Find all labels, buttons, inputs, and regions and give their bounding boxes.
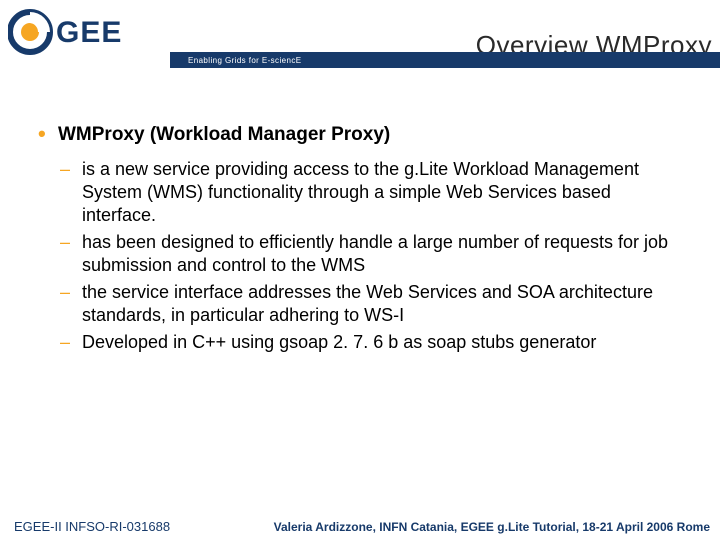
footer-left: EGEE-II INFSO-RI-031688	[14, 519, 170, 534]
bullet-heading-text: WMProxy (Workload Manager Proxy)	[58, 124, 390, 145]
sub-bullet: Developed in C++ using gsoap 2. 7. 6 b a…	[58, 331, 684, 354]
sub-bullet: has been designed to efficiently handle …	[58, 231, 684, 277]
slide-body: WMProxy (Workload Manager Proxy) is a ne…	[0, 68, 720, 354]
tagline-text: Enabling Grids for E-sciencE	[188, 56, 301, 65]
bullet-heading: WMProxy (Workload Manager Proxy) is a ne…	[36, 124, 684, 354]
sub-bullet: is a new service providing access to the…	[58, 158, 684, 227]
tagline-bar: Enabling Grids for E-sciencE	[170, 52, 720, 68]
footer-right: Valeria Ardizzone, INFN Catania, EGEE g.…	[274, 520, 710, 534]
sub-bullet: the service interface addresses the Web …	[58, 281, 684, 327]
slide-header: GEE Overview WMProxy Enabling Grids for …	[0, 0, 720, 68]
slide-footer: EGEE-II INFSO-RI-031688 Valeria Ardizzon…	[0, 510, 720, 540]
sub-bullet-list: is a new service providing access to the…	[58, 158, 684, 354]
